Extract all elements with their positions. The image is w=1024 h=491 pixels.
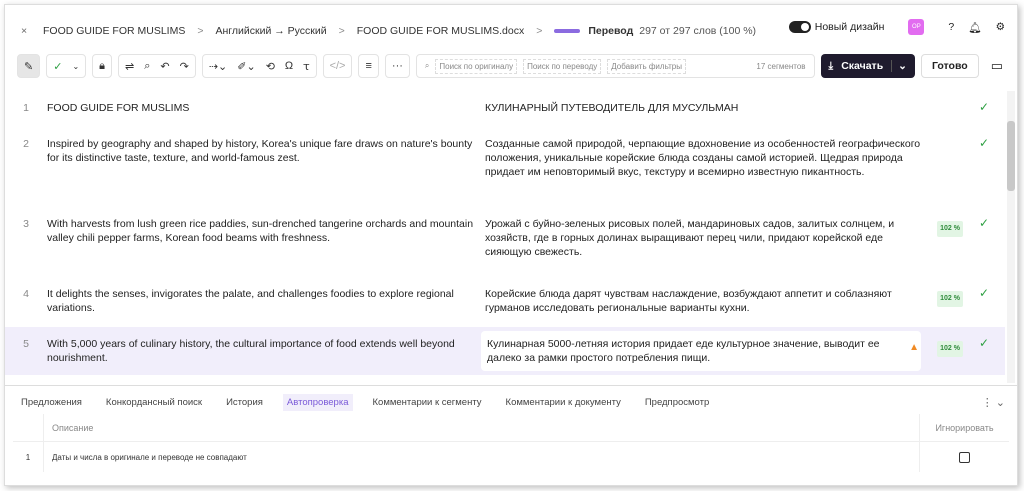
stage-label: Перевод bbox=[588, 25, 634, 37]
edit-button[interactable]: ✎ bbox=[17, 54, 41, 78]
segment-target[interactable]: КУЛИНАРНЫЙ ПУТЕВОДИТЕЛЬ ДЛЯ МУСУЛЬМАН bbox=[485, 91, 925, 127]
lock-button[interactable]: 🔒︎ bbox=[92, 54, 112, 78]
segment-number: 1 bbox=[23, 102, 29, 114]
tab-3[interactable]: Автопроверка bbox=[282, 394, 353, 411]
match-badge: 102 % bbox=[937, 221, 963, 237]
clear-icon[interactable]: ✐⌄ bbox=[237, 60, 255, 73]
search-source-input[interactable]: Поиск по оригиналу bbox=[435, 58, 518, 74]
segment-target[interactable]: Корейские блюда дарят чувствам наслажден… bbox=[485, 277, 925, 327]
breadcrumb-langs[interactable]: Английский → Русский bbox=[215, 25, 326, 37]
case-icon[interactable]: ꚍ bbox=[303, 60, 309, 73]
segment-source: With 5,000 years of culinary history, th… bbox=[47, 338, 455, 364]
segment-row[interactable]: 2 Inspired by geography and shaped by hi… bbox=[5, 127, 1005, 207]
close-icon[interactable]: × bbox=[21, 25, 43, 37]
format-icon[interactable]: ≡ bbox=[358, 54, 379, 78]
new-design-label: Новый дизайн bbox=[814, 20, 885, 33]
editor-window: × FOOD GUIDE FOR MUSLIMS > Английский → Р… bbox=[4, 4, 1018, 486]
segment-source: It delights the senses, invigorates the … bbox=[47, 288, 454, 314]
edit-group: ⇌ ⌕ ↶ ↷ bbox=[118, 54, 196, 78]
scrollbar[interactable] bbox=[1007, 91, 1015, 383]
ignore-checkbox[interactable] bbox=[959, 451, 970, 463]
match-badge: 102 % bbox=[937, 291, 963, 307]
progress-text: 297 от 297 слов (100 %) bbox=[639, 25, 757, 37]
segment-source: Inspired by geography and shaped by hist… bbox=[47, 138, 473, 164]
bottom-panel: Предложения Конкордансный поиск История Авт… bbox=[5, 385, 1017, 485]
tab-4[interactable]: Комментарии к сегменту bbox=[369, 394, 486, 411]
omega-icon[interactable]: Ω bbox=[285, 60, 293, 72]
segment-number: 3 bbox=[23, 218, 29, 230]
qa-table: Описание Игнорировать 1 Даты и числа в ори… bbox=[13, 414, 1009, 472]
table-row: 1 Даты и числа в оригинале и переводе не … bbox=[13, 442, 1009, 472]
search-target-input[interactable]: Поиск по переводу bbox=[523, 58, 602, 74]
new-design-toggle[interactable]: Новый дизайн bbox=[788, 20, 885, 34]
confirmed-check-icon[interactable]: ✓ bbox=[979, 336, 989, 350]
gear-icon[interactable]: ⚙ bbox=[996, 21, 1005, 33]
confirmed-check-icon[interactable]: ✓ bbox=[979, 100, 989, 114]
match-badge: 102 % bbox=[937, 341, 963, 357]
tab-2[interactable]: История bbox=[222, 394, 267, 411]
code-icon[interactable]: </> bbox=[322, 54, 353, 78]
avatar[interactable]: OP bbox=[908, 19, 925, 35]
search-icon: ⌕ bbox=[424, 61, 430, 70]
download-icon: ⤓ bbox=[828, 59, 834, 72]
warning-icon[interactable]: ▲ bbox=[909, 341, 919, 355]
add-filters-button[interactable]: Добавить фильтры bbox=[607, 58, 686, 74]
tab-1[interactable]: Конкордансный поиск bbox=[102, 394, 206, 411]
segment-number: 2 bbox=[23, 138, 29, 150]
segment-row[interactable]: 5 With 5,000 years of culinary history, … bbox=[5, 327, 1005, 375]
panel-toggle-icon[interactable]: ▭ bbox=[985, 58, 1009, 74]
segment-target[interactable]: Созданные самой природой, черпающие вдох… bbox=[485, 127, 925, 207]
confirmed-check-icon[interactable]: ✓ bbox=[979, 136, 989, 150]
issue-text[interactable]: Даты и числа в оригинале и переводе не с… bbox=[43, 442, 919, 472]
download-button[interactable]: ⤓ Скачать ⌄ bbox=[820, 54, 915, 78]
tab-6[interactable]: Предпросмотр bbox=[641, 394, 713, 411]
find-icon[interactable]: ⌕ bbox=[144, 60, 150, 73]
tags-icon[interactable]: ⟲ bbox=[266, 60, 275, 73]
help-icon[interactable]: ? bbox=[948, 21, 954, 33]
insert-group: ⇢⌄ ✐⌄ ⟲ Ωꚍ bbox=[201, 54, 317, 78]
confirm-button[interactable]: ✓ ⌄ bbox=[46, 54, 87, 78]
segment-row[interactable]: 4 It delights the senses, invigorates th… bbox=[5, 277, 1005, 327]
search-bar: ⌕ Поиск по оригиналу Поиск по переводу Д… bbox=[415, 54, 815, 78]
breadcrumb-file[interactable]: FOOD GUIDE FOR MUSLIMS.docx bbox=[357, 25, 524, 37]
tab-0[interactable]: Предложения bbox=[17, 394, 86, 411]
segment-count: 17 сегментов bbox=[756, 61, 806, 71]
chevron-down-icon[interactable]: ⌄ bbox=[891, 60, 907, 72]
col-ignore: Игнорировать bbox=[919, 414, 1009, 441]
toolbar: ✎ ✓ ⌄ 🔒︎ ⇌ ⌕ ↶ ↷ ⇢⌄ ✐⌄ ⟲ Ωꚍ </> ≡ ··· ⌕ Поиск п… bbox=[17, 53, 1009, 79]
segment-target[interactable]: Урожай с буйно-зеленых рисовых полей, ма… bbox=[485, 207, 925, 277]
segment-target[interactable]: Кулинарная 5000-летняя история придает е… bbox=[481, 331, 921, 371]
more-icon[interactable]: ··· bbox=[384, 54, 410, 78]
breadcrumb-project[interactable]: FOOD GUIDE FOR MUSLIMS bbox=[43, 25, 185, 37]
progress-bar bbox=[554, 29, 581, 33]
segment-number: 4 bbox=[23, 288, 29, 300]
segment-row[interactable]: 1 FOOD GUIDE FOR MUSLIMS КУЛИНАРНЫЙ ПУТЕ… bbox=[5, 91, 1005, 127]
undo-icon[interactable]: ↶ bbox=[160, 60, 169, 73]
segment-source: FOOD GUIDE FOR MUSLIMS bbox=[47, 102, 190, 114]
segment-list: 1 FOOD GUIDE FOR MUSLIMS КУЛИНАРНЫЙ ПУТЕ… bbox=[5, 91, 1005, 375]
issue-number: 1 bbox=[25, 452, 31, 462]
segment-row[interactable]: 3 With harvests from lush green rice pad… bbox=[5, 207, 1005, 277]
done-button[interactable]: Готово bbox=[920, 54, 979, 78]
copy-source-icon[interactable]: ⇢⌄ bbox=[209, 60, 227, 73]
col-description: Описание bbox=[43, 414, 919, 441]
download-label: Скачать bbox=[841, 60, 884, 72]
confirmed-check-icon[interactable]: ✓ bbox=[979, 216, 989, 230]
wrap-icon[interactable]: ⇌ bbox=[125, 60, 134, 73]
segment-number: 5 bbox=[23, 338, 29, 350]
segment-source: With harvests from lush green rice paddi… bbox=[47, 218, 474, 244]
confirmed-check-icon[interactable]: ✓ bbox=[979, 286, 989, 300]
bell-icon[interactable]: 🔔︎ bbox=[968, 21, 981, 34]
redo-icon[interactable]: ↷ bbox=[180, 60, 189, 73]
panel-menu-icon[interactable]: ⋮ ⌄ bbox=[982, 396, 1005, 409]
tab-5[interactable]: Комментарии к документу bbox=[502, 394, 625, 411]
